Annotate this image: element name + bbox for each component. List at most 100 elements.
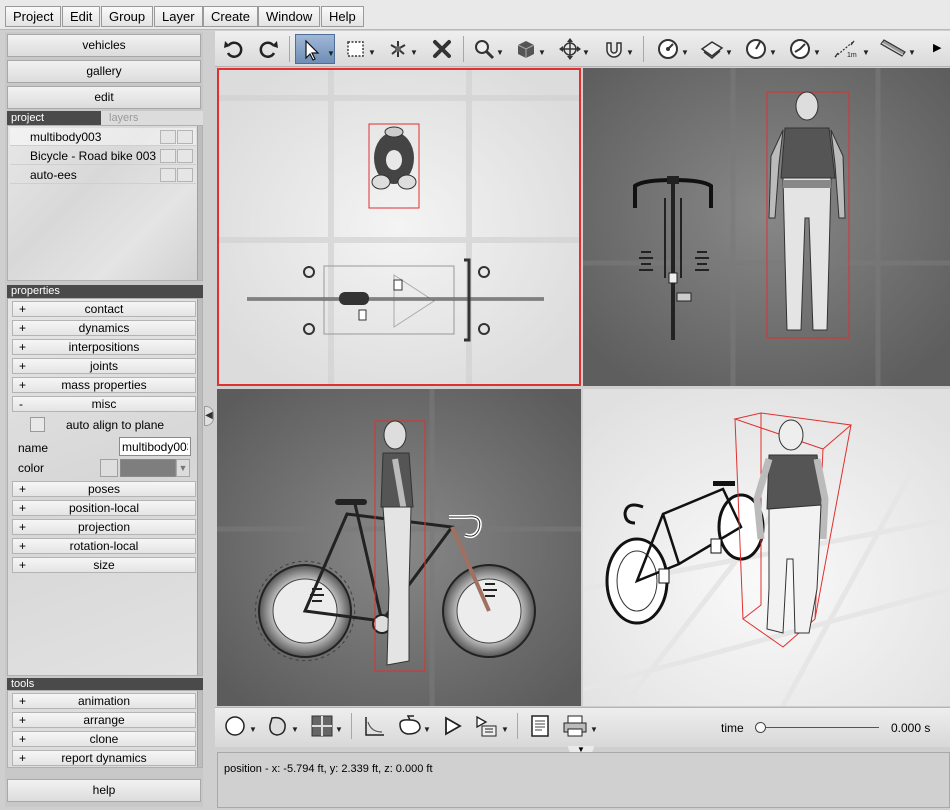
select-arrow-icon[interactable]: ▼ <box>295 34 335 64</box>
graph-icon[interactable] <box>359 711 389 741</box>
tab-project[interactable]: project <box>7 111 101 125</box>
gallery-button[interactable]: gallery <box>7 60 201 83</box>
prop-contact[interactable]: + contact <box>12 301 196 317</box>
rotate-gauge-icon[interactable]: ▼ <box>653 34 691 64</box>
undo-icon[interactable] <box>219 34 249 64</box>
play-icon[interactable] <box>437 711 467 741</box>
tool-report-dynamics[interactable]: + report dynamics <box>12 750 196 766</box>
zoom-icon[interactable]: ▼ <box>469 34 505 64</box>
collapse-panel-icon[interactable]: ◀ <box>204 406 214 426</box>
help-button[interactable]: help <box>7 779 201 802</box>
tab-layers[interactable]: layers <box>105 111 142 125</box>
delete-icon[interactable] <box>427 34 457 64</box>
menu-help[interactable]: Help <box>321 6 364 27</box>
tool-label: clone <box>89 732 119 746</box>
shading-icon[interactable]: ▼ <box>263 711 299 741</box>
tools-scrollbar[interactable] <box>197 691 202 767</box>
prop-label: poses <box>87 482 121 496</box>
viewport-top[interactable] <box>217 68 581 386</box>
menu-window[interactable]: Window <box>258 6 321 27</box>
toolbar-separator <box>517 713 518 739</box>
prop-label: size <box>93 558 115 572</box>
menu-create[interactable]: Create <box>203 6 259 27</box>
visibility-toggle[interactable] <box>160 130 176 144</box>
prop-rotation-local[interactable]: + rotation-local <box>12 538 196 554</box>
expand-sign: + <box>19 520 27 534</box>
lock-toggle[interactable] <box>177 168 193 182</box>
list-item[interactable]: multibody003 <box>10 128 196 146</box>
redo-icon[interactable] <box>253 34 283 64</box>
perspective-view-canvas <box>583 389 950 706</box>
measure-angle-icon[interactable]: ▼ <box>785 34 823 64</box>
prop-label: rotation-local <box>69 539 139 553</box>
printer-icon[interactable]: ▼ <box>559 711 599 741</box>
menu-layer[interactable]: Layer <box>154 6 203 27</box>
color-swatch-default[interactable] <box>100 459 118 477</box>
toolbar-more-icon[interactable]: ▶ <box>933 41 941 54</box>
toolbar-separator <box>351 713 352 739</box>
properties-header: properties <box>7 285 203 298</box>
prop-label: contact <box>84 302 124 316</box>
list-item[interactable]: Bicycle - Road bike 003 <box>10 147 196 165</box>
magnet-icon[interactable]: ▼ <box>599 34 635 64</box>
expand-sign: + <box>19 558 27 572</box>
rect-select-icon[interactable]: ▼ <box>341 34 377 64</box>
multi-select-icon[interactable]: ▼ <box>383 34 419 64</box>
list-item[interactable]: auto-ees <box>10 166 196 184</box>
viewport-perspective[interactable] <box>583 389 950 706</box>
menu-edit[interactable]: Edit <box>62 6 101 27</box>
lock-toggle[interactable] <box>177 130 193 144</box>
tool-clone[interactable]: + clone <box>12 731 196 747</box>
tape-icon[interactable]: ▼ <box>875 34 917 64</box>
name-input[interactable] <box>119 437 191 456</box>
auto-align-checkbox[interactable] <box>30 417 45 432</box>
color-dropdown-icon[interactable]: ▼ <box>176 459 190 477</box>
auto-align-label: auto align to plane <box>66 418 165 432</box>
tool-animation[interactable]: + animation <box>12 693 196 709</box>
edit-button[interactable]: edit <box>7 86 201 109</box>
ruler-icon[interactable]: 1m ▼ <box>829 34 871 64</box>
prop-interpositions[interactable]: + interpositions <box>12 339 196 355</box>
front-view-canvas <box>583 68 950 386</box>
camera-icon[interactable]: ▼ <box>393 711 431 741</box>
status-panel: position - x: -5.794 ft, y: 2.339 ft, z:… <box>217 752 950 808</box>
expand-sign: + <box>19 539 27 553</box>
time-slider-track[interactable] <box>759 727 879 728</box>
toolbar-separator <box>463 36 464 62</box>
prop-mass-properties[interactable]: + mass properties <box>12 377 196 393</box>
prop-position-local[interactable]: + position-local <box>12 500 196 516</box>
prop-dynamics[interactable]: + dynamics <box>12 320 196 336</box>
prop-size[interactable]: + size <box>12 557 196 573</box>
visibility-toggle[interactable] <box>160 168 176 182</box>
prop-misc[interactable]: - misc <box>12 396 196 412</box>
expand-sign: + <box>19 694 27 708</box>
prop-projection[interactable]: + projection <box>12 519 196 535</box>
collapse-sign: - <box>19 397 23 411</box>
viewport-layout-icon[interactable]: ▼ <box>307 711 343 741</box>
sphere-icon[interactable]: ▼ <box>221 711 257 741</box>
prop-label: misc <box>91 397 117 411</box>
color-swatch[interactable] <box>120 459 176 477</box>
play-list-icon[interactable]: ▼ <box>471 711 509 741</box>
prop-label: mass properties <box>61 378 147 392</box>
time-slider-knob[interactable] <box>755 722 766 733</box>
project-list-scrollbar[interactable] <box>197 126 202 280</box>
move-icon[interactable]: ▼ <box>555 34 591 64</box>
viewport-front[interactable] <box>583 68 950 386</box>
properties-scrollbar[interactable] <box>197 299 202 675</box>
lock-toggle[interactable] <box>177 149 193 163</box>
project-list: multibody003 Bicycle - Road bike 003 aut… <box>7 125 203 281</box>
tool-arrange[interactable]: + arrange <box>12 712 196 728</box>
menu-group[interactable]: Group <box>101 6 154 27</box>
angle-gauge-icon[interactable]: ▼ <box>741 34 779 64</box>
toolbar-separator <box>643 36 644 62</box>
box-icon[interactable]: ▼ <box>511 34 547 64</box>
vehicles-button[interactable]: vehicles <box>7 34 201 57</box>
menu-project[interactable]: Project <box>5 6 62 27</box>
plane-icon[interactable]: ▼ <box>697 34 735 64</box>
prop-joints[interactable]: + joints <box>12 358 196 374</box>
report-icon[interactable] <box>525 711 555 741</box>
prop-poses[interactable]: + poses <box>12 481 196 497</box>
viewport-side[interactable] <box>217 389 581 706</box>
visibility-toggle[interactable] <box>160 149 176 163</box>
